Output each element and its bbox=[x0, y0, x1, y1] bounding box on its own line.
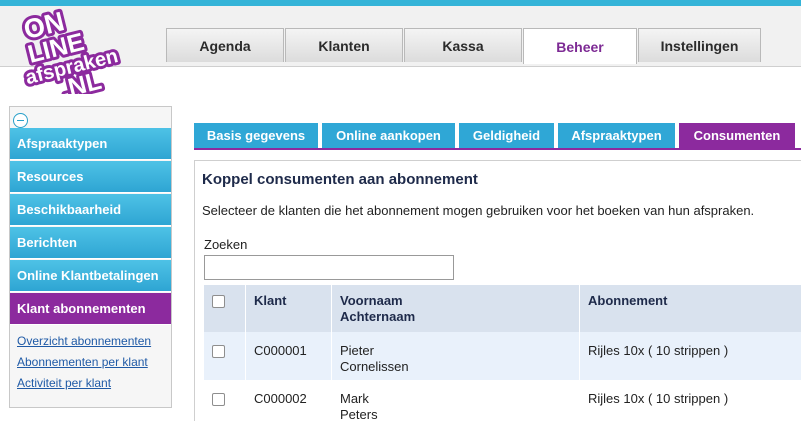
table-row: C000002 Mark Peters Rijles 10x ( 10 stri… bbox=[204, 380, 801, 421]
link-overzicht-abonnementen[interactable]: Overzicht abonnementen bbox=[17, 334, 151, 355]
row-select-cell bbox=[204, 332, 246, 380]
sidebar-item-resources[interactable]: Resources bbox=[10, 161, 171, 193]
subtab-afspraaktypen[interactable]: Afspraaktypen bbox=[558, 123, 675, 148]
subtab-consumenten[interactable]: Consumenten bbox=[679, 123, 795, 148]
subtab-underline bbox=[194, 148, 801, 150]
tab-beheer[interactable]: Beheer bbox=[523, 28, 637, 64]
select-all-checkbox[interactable] bbox=[212, 295, 225, 308]
sidebar-item-berichten[interactable]: Berichten bbox=[10, 227, 171, 259]
tab-instellingen[interactable]: Instellingen bbox=[638, 28, 761, 62]
sidebar-item-klant-abonnementen[interactable]: Klant abonnementen bbox=[10, 293, 171, 325]
page-description: Selecteer de klanten die het abonnement … bbox=[202, 203, 755, 218]
cell-achternaam: Cornelissen bbox=[340, 359, 409, 374]
cell-naam: Pieter Cornelissen bbox=[332, 332, 580, 380]
subtab-geldigheid[interactable]: Geldigheid bbox=[459, 123, 554, 148]
table-row: C000001 Pieter Cornelissen Rijles 10x ( … bbox=[204, 332, 801, 380]
table-header: Klant Voornaam Achternaam Abonnement bbox=[204, 285, 801, 332]
sidebar-item-online-klantbetalingen[interactable]: Online Klantbetalingen bbox=[10, 260, 171, 292]
logo-graphic: ON LINE afspraken .NL bbox=[18, 3, 124, 107]
row-checkbox[interactable] bbox=[212, 345, 225, 358]
tab-agenda[interactable]: Agenda bbox=[166, 28, 284, 62]
subtab-basis-gegevens[interactable]: Basis gegevens bbox=[194, 123, 318, 148]
header-voornaam: Voornaam bbox=[340, 293, 403, 308]
subtab-online-aankopen[interactable]: Online aankopen bbox=[322, 123, 455, 148]
header-select-cell bbox=[204, 285, 246, 332]
collapse-icon[interactable] bbox=[13, 113, 28, 128]
tab-klanten[interactable]: Klanten bbox=[285, 28, 403, 62]
cell-voornaam: Pieter bbox=[340, 343, 374, 358]
sub-tabs: Basis gegevens Online aankopen Geldighei… bbox=[194, 123, 799, 148]
content-panel: Koppel consumenten aan abonnement Select… bbox=[194, 160, 801, 421]
tab-kassa[interactable]: Kassa bbox=[404, 28, 522, 62]
cell-klant: C000002 bbox=[246, 380, 332, 421]
cell-naam: Mark Peters bbox=[332, 380, 580, 421]
sidebar-item-beschikbaarheid[interactable]: Beschikbaarheid bbox=[10, 194, 171, 226]
cell-voornaam: Mark bbox=[340, 391, 369, 406]
link-activiteit-per-klant[interactable]: Activiteit per klant bbox=[17, 376, 151, 397]
sidebar-sublinks: Overzicht abonnementen Abonnementen per … bbox=[17, 334, 151, 397]
cell-abonnement: Rijles 10x ( 10 strippen ) bbox=[588, 391, 729, 406]
header-abonnement[interactable]: Abonnement bbox=[580, 285, 801, 332]
row-checkbox[interactable] bbox=[212, 393, 225, 406]
cell-achternaam: Peters bbox=[340, 407, 378, 421]
page-title: Koppel consumenten aan abonnement bbox=[202, 171, 478, 188]
link-abonnementen-per-klant[interactable]: Abonnementen per klant bbox=[17, 355, 151, 376]
sidebar-item-afspraaktypen[interactable]: Afspraaktypen bbox=[10, 128, 171, 160]
sidebar: Afspraaktypen Resources Beschikbaarheid … bbox=[9, 106, 172, 408]
row-select-cell bbox=[204, 380, 246, 421]
main-nav: Agenda Klanten Kassa Beheer Instellingen bbox=[166, 28, 762, 64]
header-achternaam: Achternaam bbox=[340, 309, 416, 324]
brand-logo[interactable]: ON LINE afspraken .NL bbox=[12, 2, 137, 107]
header-naam[interactable]: Voornaam Achternaam bbox=[332, 285, 580, 332]
cell-abonnement: Rijles 10x ( 10 strippen ) bbox=[588, 343, 729, 358]
search-label: Zoeken bbox=[204, 237, 248, 252]
search-input[interactable] bbox=[204, 255, 454, 280]
header-klant[interactable]: Klant bbox=[246, 285, 332, 332]
cell-klant: C000001 bbox=[246, 332, 332, 380]
